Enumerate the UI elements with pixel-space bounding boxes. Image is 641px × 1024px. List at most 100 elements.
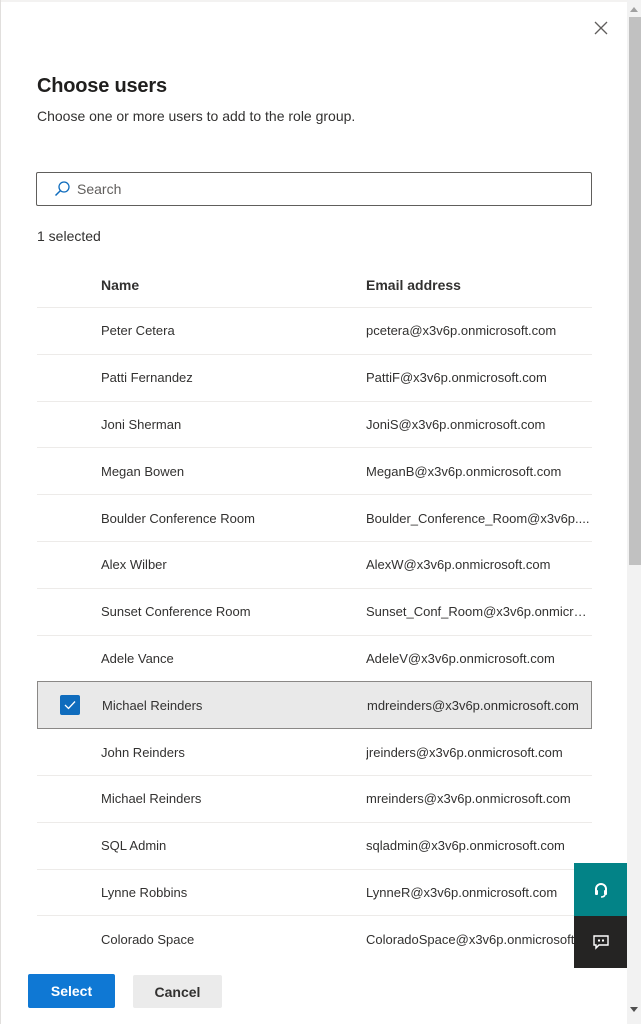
scroll-down-arrow[interactable]	[627, 1002, 641, 1016]
row-checkbox[interactable]	[59, 414, 79, 434]
row-checkbox-cell	[38, 695, 102, 716]
user-name: Patti Fernandez	[101, 370, 193, 386]
user-email: LynneR@x3v6p.onmicrosoft.com	[366, 884, 558, 900]
cancel-button[interactable]: Cancel	[133, 975, 222, 1008]
triangle-up-icon	[630, 6, 638, 12]
checkmark-icon	[64, 701, 76, 710]
row-checkbox-cell	[37, 368, 101, 388]
row-checkbox[interactable]	[59, 789, 79, 809]
search-icon	[53, 180, 71, 198]
user-email: AdeleV@x3v6p.onmicrosoft.com	[366, 650, 555, 666]
user-email: mreinders@x3v6p.onmicrosoft.com	[366, 791, 571, 807]
headset-icon	[594, 882, 607, 898]
table-header: Name Email address	[37, 262, 592, 308]
user-name: Sunset Conference Room	[101, 604, 251, 620]
user-email: AlexW@x3v6p.onmicrosoft.com	[366, 557, 551, 573]
table-row[interactable]: Peter Cetera pcetera@x3v6p.onmicrosoft.co…	[37, 308, 592, 355]
user-email: mdreinders@x3v6p.onmicrosoft.com	[367, 697, 579, 713]
user-email: sqladmin@x3v6p.onmicrosoft.com	[366, 838, 565, 854]
row-checkbox-cell	[37, 742, 101, 762]
user-name: SQL Admin	[101, 838, 167, 854]
row-checkbox-cell	[37, 461, 101, 481]
table-row[interactable]: Michael Reinders mdreinders@x3v6p.onmicro…	[37, 681, 592, 730]
user-name: Colorado Space	[101, 932, 195, 948]
dialog-subtitle: Choose one or more users to add to the r…	[37, 108, 356, 124]
row-checkbox[interactable]	[60, 695, 80, 716]
table-row[interactable]: Joni Sherman JoniS@x3v6p.onmicrosoft.com	[37, 402, 592, 449]
table-row[interactable]: Lynne Robbins LynneR@x3v6p.onmicrosoft.co…	[37, 870, 592, 917]
feedback-button[interactable]	[574, 916, 627, 968]
panel-top-border	[1, 0, 628, 2]
table-row[interactable]: Michael Reinders mreinders@x3v6p.onmicros…	[37, 776, 592, 823]
scrollbar-thumb[interactable]	[629, 17, 641, 565]
user-email: MeganB@x3v6p.onmicrosoft.com	[366, 463, 562, 479]
user-email: Sunset_Conf_Room@x3v6p.onmicro...	[366, 604, 590, 620]
row-checkbox[interactable]	[59, 602, 79, 622]
row-checkbox-cell	[37, 508, 101, 528]
row-checkbox-cell	[37, 930, 101, 950]
table-row[interactable]: Sunset Conference Room Sunset_Conf_Room@x…	[37, 589, 592, 636]
row-checkbox[interactable]	[59, 555, 79, 575]
select-button[interactable]: Select	[28, 974, 115, 1008]
close-button[interactable]	[590, 17, 612, 39]
user-name: Alex Wilber	[101, 557, 167, 573]
row-checkbox[interactable]	[59, 368, 79, 388]
user-name: Michael Reinders	[101, 791, 202, 807]
row-checkbox-cell	[37, 321, 101, 341]
table-row[interactable]: Alex Wilber AlexW@x3v6p.onmicrosoft.com	[37, 542, 592, 589]
row-checkbox[interactable]	[59, 836, 79, 856]
row-checkbox-cell	[37, 602, 101, 622]
row-checkbox[interactable]	[59, 508, 79, 528]
vertical-scrollbar[interactable]	[627, 0, 641, 1024]
search-box[interactable]	[36, 172, 592, 206]
user-email: Boulder_Conference_Room@x3v6p....	[366, 510, 590, 526]
row-checkbox[interactable]	[59, 742, 79, 762]
user-email: JoniS@x3v6p.onmicrosoft.com	[366, 416, 546, 432]
search-input[interactable]	[77, 181, 591, 197]
table-row[interactable]: Colorado Space ColoradoSpace@x3v6p.onmicr…	[37, 916, 592, 963]
table-row[interactable]: Megan Bowen MeganB@x3v6p.onmicrosoft.com	[37, 448, 592, 496]
row-checkbox[interactable]	[59, 882, 79, 902]
row-checkbox[interactable]	[59, 648, 79, 668]
row-checkbox[interactable]	[59, 461, 79, 481]
user-name: Megan Bowen	[101, 463, 185, 479]
user-name: Lynne Robbins	[101, 884, 188, 900]
table-row[interactable]: John Reinders jreinders@x3v6p.onmicrosoft…	[37, 729, 592, 776]
close-icon	[594, 21, 608, 35]
user-name: Michael Reinders	[102, 697, 203, 713]
choose-users-panel: Choose users Choose one or more users to…	[0, 0, 628, 1024]
users-table: Name Email address Peter Cetera pcetera@x…	[37, 262, 592, 963]
table-row[interactable]: SQL Admin sqladmin@x3v6p.onmicrosoft.com	[37, 823, 592, 870]
user-email: pcetera@x3v6p.onmicrosoft.com	[366, 323, 557, 339]
floating-actions	[574, 863, 627, 968]
table-row[interactable]: Adele Vance AdeleV@x3v6p.onmicrosoft.com	[37, 636, 592, 683]
row-checkbox-cell	[37, 882, 101, 902]
user-name: Joni Sherman	[101, 416, 182, 432]
row-checkbox-cell	[37, 836, 101, 856]
row-checkbox[interactable]	[59, 930, 79, 950]
user-email: ColoradoSpace@x3v6p.onmicrosoft.com	[366, 932, 590, 948]
user-name: Peter Cetera	[101, 323, 175, 339]
help-button[interactable]	[574, 863, 627, 916]
scroll-up-arrow[interactable]	[627, 2, 641, 16]
dialog-footer: Select Cancel	[28, 974, 222, 1008]
row-checkbox-cell	[37, 789, 101, 809]
column-header-name[interactable]: Name	[101, 277, 366, 293]
row-checkbox-cell	[37, 648, 101, 668]
triangle-down-icon	[630, 1006, 638, 1012]
selected-count: 1 selected	[37, 228, 101, 244]
row-checkbox-cell	[37, 414, 101, 434]
column-header-email[interactable]: Email address	[366, 277, 590, 293]
row-checkbox[interactable]	[59, 321, 79, 341]
user-email: PattiF@x3v6p.onmicrosoft.com	[366, 370, 547, 386]
user-name: Boulder Conference Room	[101, 510, 255, 526]
feedback-icon	[592, 935, 609, 950]
user-email: jreinders@x3v6p.onmicrosoft.com	[366, 744, 563, 760]
table-body: Peter Cetera pcetera@x3v6p.onmicrosoft.co…	[37, 308, 592, 963]
dialog-title: Choose users	[37, 75, 167, 97]
table-row[interactable]: Boulder Conference Room Boulder_Conferenc…	[37, 495, 592, 542]
user-name: Adele Vance	[101, 650, 174, 666]
row-checkbox-cell	[37, 555, 101, 575]
table-row[interactable]: Patti Fernandez PattiF@x3v6p.onmicrosoft.…	[37, 355, 592, 402]
user-name: John Reinders	[101, 744, 185, 760]
